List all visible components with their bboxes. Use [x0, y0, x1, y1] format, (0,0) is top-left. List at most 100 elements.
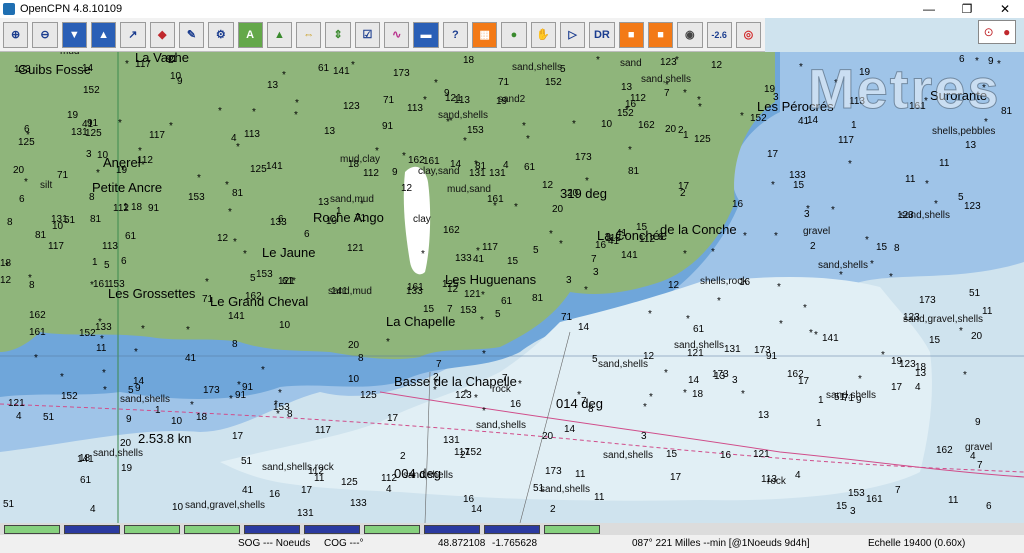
depth-sounding: 4	[915, 382, 921, 393]
settings2-icon[interactable]: ⇕	[325, 21, 351, 48]
seabed-label: sand,mud	[330, 194, 374, 205]
tracking-icon[interactable]: ✎	[178, 21, 205, 48]
depth-sounding: 7	[977, 460, 983, 471]
depth-sounding: 152	[465, 447, 482, 458]
zoom-in-icon[interactable]: ⊕	[3, 21, 29, 48]
quilt-chart-tile[interactable]	[304, 524, 360, 534]
gps-status-icon: ●	[1003, 25, 1011, 39]
depth-sounding: 18	[348, 159, 360, 170]
scale-out-icon[interactable]: ▲	[90, 21, 117, 48]
depth-sounding: 6	[986, 501, 992, 512]
chart-quilt-bar[interactable]	[0, 523, 1024, 535]
tides-icon[interactable]: ☑	[354, 21, 381, 48]
quilt-chart-tile[interactable]	[424, 524, 480, 534]
depth-sounding: 17	[767, 149, 779, 160]
rock-symbol: *	[711, 247, 715, 258]
depth-sounding: 4	[970, 451, 976, 462]
orange-a-icon[interactable]: ■	[618, 21, 644, 48]
quilt-chart-tile[interactable]	[484, 524, 540, 534]
counter-button[interactable]: -2.6	[706, 21, 732, 48]
depth-sounding: 2	[810, 241, 816, 252]
depth-sounding: 51	[969, 288, 981, 299]
map-layer-icon[interactable]: ▦	[472, 21, 498, 48]
nautical-chart[interactable]: Guibs FosseLa VacheAnerelPetite AncreRoc…	[0, 52, 1024, 523]
quilt-chart-tile[interactable]	[64, 524, 120, 534]
minimize-button[interactable]: —	[910, 0, 948, 18]
zoom-out-icon[interactable]: ⊖	[32, 21, 58, 48]
depth-sounding: 11	[948, 495, 959, 506]
close-button[interactable]: ✕	[986, 0, 1024, 18]
scale-in-icon[interactable]: ▼	[61, 21, 87, 48]
seabed-label: mud	[60, 52, 79, 57]
compass-widget[interactable]: ⊙ ●	[978, 20, 1016, 44]
restore-button[interactable]: ❐	[948, 0, 986, 18]
text-toggle-icon[interactable]: A	[237, 21, 263, 48]
quilt-chart-tile[interactable]	[544, 524, 600, 534]
depth-sounding: 1	[816, 418, 822, 429]
quilt-chart-tile[interactable]	[4, 524, 60, 534]
depth-sounding: 7	[895, 485, 901, 496]
quilt-chart-tile[interactable]	[364, 524, 420, 534]
rock-symbol: *	[34, 353, 38, 364]
depth-sounding: 6	[278, 214, 284, 225]
lifebuoy-icon[interactable]: ◎	[735, 21, 762, 48]
track-icon[interactable]: ✋	[530, 21, 556, 48]
depth-sounding: 152	[750, 113, 767, 124]
route-icon[interactable]: ↗	[120, 21, 146, 48]
waypoint-icon[interactable]: ◆	[149, 21, 175, 48]
globe-icon[interactable]: ◉	[677, 21, 703, 48]
rock-symbol: *	[463, 136, 467, 147]
quilt-chart-tile[interactable]	[124, 524, 180, 534]
depth-sounding: 15	[423, 304, 435, 315]
orange-b-icon[interactable]: ■	[647, 21, 674, 48]
depth-sounding: 162	[29, 310, 46, 321]
follow-icon[interactable]: ⇔	[296, 21, 322, 48]
depth-sounding: 14	[133, 376, 145, 387]
depth-sounding: 123	[897, 210, 914, 221]
depth-sounding: 117	[315, 425, 331, 436]
depth-sounding: 61	[501, 296, 513, 307]
rock-symbol: *	[848, 159, 852, 170]
rock-symbol: *	[493, 201, 497, 212]
ais-icon[interactable]: ▲	[266, 21, 293, 48]
depth-sounding: 7	[447, 304, 453, 315]
dr-button[interactable]: DR	[589, 21, 615, 48]
main-toolbar: ⊕ ⊖ ▼ ▲ ↗ ◆ ✎ ⚙ A ▲ ⇔ ⇕ ☑ ∿ ▬ ? ▦ ● ✋ ▷ …	[0, 18, 765, 52]
settings-icon[interactable]: ⚙	[208, 21, 234, 48]
rock-symbol: *	[138, 146, 142, 157]
quilt-chart-tile[interactable]	[244, 524, 300, 534]
rock-symbol: *	[228, 207, 232, 218]
depth-sounding: 41	[616, 228, 628, 239]
help-icon[interactable]: ?	[442, 21, 468, 48]
rock-symbol: *	[186, 325, 190, 336]
depth-sounding: 6	[121, 256, 127, 267]
route-manager-icon[interactable]: ●	[501, 21, 527, 48]
depth-sounding: 162	[787, 369, 804, 380]
rock-symbol: *	[261, 365, 265, 376]
depth-sounding: 161	[29, 327, 46, 338]
drop-mark-icon[interactable]: ▷	[559, 21, 586, 48]
rock-symbol: *	[169, 121, 173, 132]
depth-sounding: 112	[639, 234, 655, 245]
currents-icon[interactable]: ∿	[384, 21, 410, 48]
depth-sounding: 121	[687, 348, 704, 359]
depth-sounding: 125	[360, 390, 377, 401]
depth-sounding: 91	[148, 203, 160, 214]
depth-sounding: 13	[324, 126, 336, 137]
chart-info-icon[interactable]: ▬	[413, 21, 439, 48]
rock-symbol: *	[526, 134, 530, 145]
depth-sounding: 141	[331, 286, 348, 297]
rock-symbol: *	[934, 199, 938, 210]
rock-symbol: *	[295, 98, 299, 109]
depth-sounding: 8	[588, 404, 594, 415]
depth-sounding: 131	[489, 168, 506, 179]
depth-sounding: 112	[113, 203, 129, 214]
depth-sounding: 2	[680, 188, 686, 199]
depth-sounding: 162	[245, 291, 262, 302]
seabed-label: sand,shells	[598, 359, 648, 370]
rock-symbol: *	[229, 394, 233, 405]
depth-sounding: 173	[575, 152, 592, 163]
quilt-chart-tile[interactable]	[184, 524, 240, 534]
depth-sounding: 14	[578, 322, 590, 333]
depth-sounding: 15	[636, 222, 648, 233]
